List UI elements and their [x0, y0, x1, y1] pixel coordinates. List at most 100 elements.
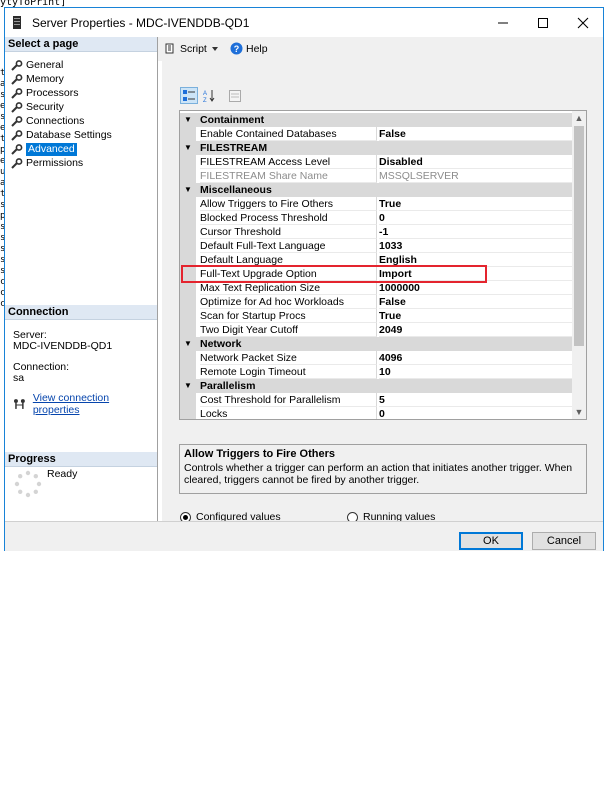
property-value[interactable]: 10	[379, 365, 572, 379]
page-item-advanced[interactable]: Advanced	[11, 143, 77, 156]
alphabetical-button[interactable]: A Z	[200, 87, 218, 104]
property-value[interactable]: 1000000	[379, 281, 572, 295]
close-button[interactable]	[563, 8, 603, 37]
property-row[interactable]: Blocked Process Threshold 0	[180, 211, 572, 225]
property-row[interactable]: Two Digit Year Cutoff 2049	[180, 323, 572, 337]
property-row[interactable]: Network Packet Size 4096	[180, 351, 572, 365]
property-row[interactable]: Remote Login Timeout 10	[180, 365, 572, 379]
category-name: Miscellaneous	[200, 184, 272, 196]
connection-value: sa	[13, 372, 25, 384]
wrench-icon	[11, 130, 23, 141]
scroll-up-icon[interactable]: ▲	[574, 112, 584, 124]
row-gutter	[180, 365, 196, 379]
property-name: Enable Contained Databases	[200, 127, 377, 141]
collapse-toggle-icon[interactable]: ▼	[184, 113, 192, 127]
property-name: Optimize for Ad hoc Workloads	[200, 295, 377, 309]
property-value[interactable]: False	[379, 127, 572, 141]
row-gutter	[180, 197, 196, 211]
page-item-database-settings[interactable]: Database Settings	[11, 129, 112, 142]
progress-header: Progress	[5, 452, 157, 467]
property-value[interactable]: 0	[379, 407, 572, 419]
page-item-label: Database Settings	[26, 129, 112, 141]
script-button[interactable]: Script	[164, 42, 219, 55]
property-value[interactable]: Disabled	[379, 155, 572, 169]
property-row[interactable]: Cost Threshold for Parallelism 5	[180, 393, 572, 407]
server-app-icon	[13, 16, 21, 29]
collapse-toggle-icon[interactable]: ▼	[184, 379, 192, 393]
page-item-memory[interactable]: Memory	[11, 73, 64, 86]
page-item-processors[interactable]: Processors	[11, 87, 79, 100]
property-row[interactable]: Scan for Startup Procs True	[180, 309, 572, 323]
row-gutter	[180, 211, 196, 225]
collapse-toggle-icon[interactable]: ▼	[184, 337, 192, 351]
page-item-general[interactable]: General	[11, 59, 63, 72]
page-item-label: Memory	[26, 73, 64, 85]
window-title: Server Properties - MDC-IVENDDB-QD1	[32, 16, 250, 30]
title-bar: Server Properties - MDC-IVENDDB-QD1	[5, 8, 603, 37]
category-row[interactable]: ▼ Miscellaneous	[180, 183, 572, 197]
cancel-button[interactable]: Cancel	[532, 532, 596, 550]
property-value[interactable]: True	[379, 309, 572, 323]
property-pages-icon	[229, 89, 241, 102]
property-row[interactable]: Locks 0	[180, 407, 572, 419]
maximize-icon	[538, 17, 548, 28]
property-value[interactable]: 5	[379, 393, 572, 407]
view-connection-properties-text[interactable]: View connection properties	[33, 392, 157, 416]
help-icon: ?	[230, 42, 243, 55]
view-connection-properties-link[interactable]: View connection properties	[13, 392, 157, 416]
connection-properties-icon	[13, 399, 25, 409]
connection-header: Connection	[5, 305, 157, 320]
property-value[interactable]: 4096	[379, 351, 572, 365]
dialog-footer: OK Cancel	[5, 521, 603, 551]
page-item-permissions[interactable]: Permissions	[11, 157, 83, 170]
property-row[interactable]: Enable Contained Databases False	[180, 127, 572, 141]
category-row[interactable]: ▼ Containment	[180, 113, 572, 127]
property-value[interactable]: MSSQLSERVER	[379, 169, 572, 183]
svg-text:?: ?	[234, 44, 240, 54]
property-value[interactable]: True	[379, 197, 572, 211]
ok-button[interactable]: OK	[459, 532, 523, 550]
scrollbar-thumb[interactable]	[574, 126, 584, 346]
toolbar: Script ? Help	[158, 37, 603, 61]
category-row[interactable]: ▼ Network	[180, 337, 572, 351]
collapse-toggle-icon[interactable]: ▼	[184, 141, 192, 155]
maximize-button[interactable]	[523, 8, 563, 37]
property-value[interactable]: 0	[379, 211, 572, 225]
collapse-toggle-icon[interactable]: ▼	[184, 183, 192, 197]
page-item-security[interactable]: Security	[11, 101, 64, 114]
property-name: Default Full-Text Language	[200, 239, 377, 253]
property-row[interactable]: Cursor Threshold -1	[180, 225, 572, 239]
help-label: Help	[246, 42, 268, 55]
property-value[interactable]: False	[379, 295, 572, 309]
grid-scrollbar[interactable]: ▲ ▼	[572, 111, 586, 419]
page-item-connections[interactable]: Connections	[11, 115, 84, 128]
property-value[interactable]: -1	[379, 225, 572, 239]
minimize-button[interactable]	[483, 8, 523, 37]
properties-content: A Z ▼ Containment Enable Contained Databas…	[162, 61, 603, 523]
property-row[interactable]: Allow Triggers to Fire Others True	[180, 197, 572, 211]
categorized-button[interactable]	[180, 87, 198, 104]
property-row[interactable]: Default Full-Text Language 1033	[180, 239, 572, 253]
property-row[interactable]: Optimize for Ad hoc Workloads False	[180, 295, 572, 309]
property-row[interactable]: FILESTREAM Access Level Disabled	[180, 155, 572, 169]
property-row[interactable]: FILESTREAM Share Name MSSQLSERVER	[180, 169, 572, 183]
help-button[interactable]: ? Help	[230, 42, 268, 55]
category-name: FILESTREAM	[200, 142, 268, 154]
row-gutter	[180, 239, 196, 253]
property-value[interactable]: 1033	[379, 239, 572, 253]
property-name: Network Packet Size	[200, 351, 377, 365]
row-gutter	[180, 155, 196, 169]
wrench-icon	[11, 116, 23, 127]
category-row[interactable]: ▼ FILESTREAM	[180, 141, 572, 155]
row-gutter	[180, 225, 196, 239]
row-gutter	[180, 281, 196, 295]
row-gutter	[180, 169, 196, 183]
property-row[interactable]: Max Text Replication Size 1000000	[180, 281, 572, 295]
property-value[interactable]: 2049	[379, 323, 572, 337]
svg-text:A: A	[203, 91, 207, 97]
category-row[interactable]: ▼ Parallelism	[180, 379, 572, 393]
property-name: Two Digit Year Cutoff	[200, 323, 377, 337]
left-pane: Select a page General Memory Processors Sec…	[5, 37, 158, 521]
scroll-down-icon[interactable]: ▼	[574, 406, 584, 418]
property-pages-button[interactable]	[226, 87, 244, 104]
